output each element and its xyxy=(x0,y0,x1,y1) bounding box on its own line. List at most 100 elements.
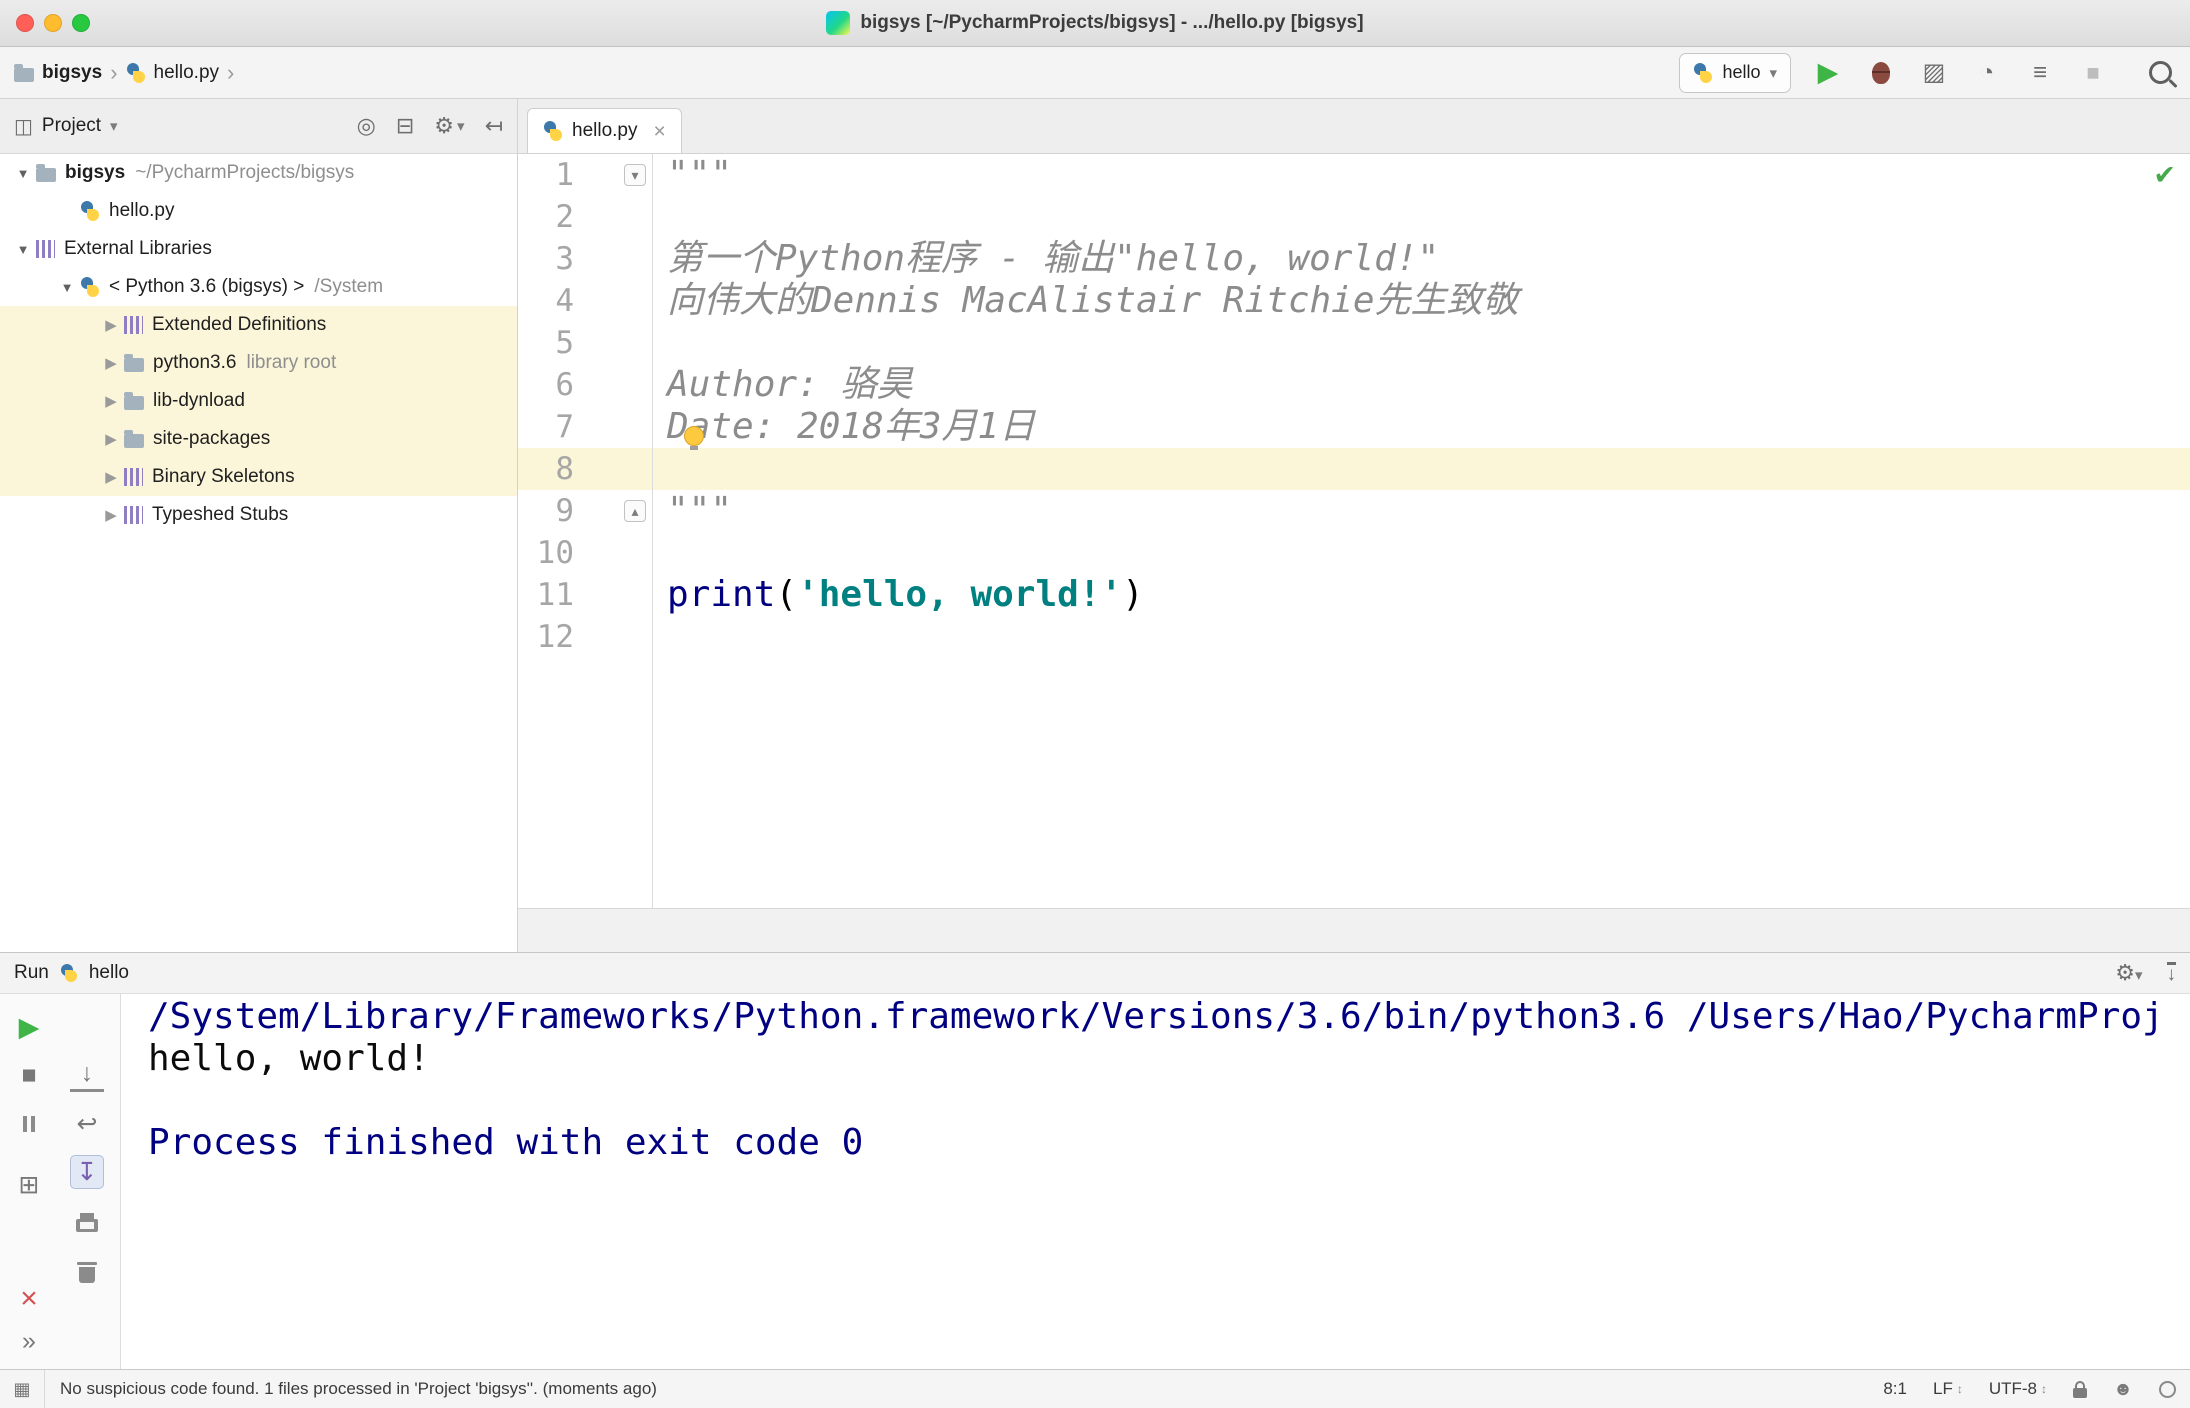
intention-bulb-icon[interactable] xyxy=(684,426,704,450)
tree-item-lib-dynload[interactable]: ▶ lib-dynload xyxy=(0,382,517,420)
breadcrumb-item-hello-py[interactable]: hello.py xyxy=(126,62,219,84)
code-token: 向伟大的Dennis MacAlistair Ritchie先生致敬 xyxy=(667,280,1519,321)
code-line[interactable]: 向伟大的Dennis MacAlistair Ritchie先生致敬 xyxy=(653,280,2190,322)
line-separator-value: LF xyxy=(1932,1379,1953,1398)
notifications-button[interactable] xyxy=(2159,1380,2176,1398)
fold-marker-icon[interactable]: ▴ xyxy=(624,500,646,522)
tree-item-bigsys[interactable]: ▼ bigsys ~/PycharmProjects/bigsys xyxy=(0,154,517,192)
tree-item-suffix: library root xyxy=(246,352,337,373)
stop-process-button[interactable]: ■ xyxy=(12,1058,46,1092)
stop-button[interactable]: ■ xyxy=(2077,57,2109,89)
clear-console-button[interactable] xyxy=(70,1255,104,1289)
inspections-profile-button[interactable]: ☻ xyxy=(2113,1380,2133,1399)
gear-icon: ⚙ xyxy=(434,113,455,138)
rerun-button[interactable]: ▶ xyxy=(12,1010,46,1044)
scroll-to-end-button[interactable]: ↧ xyxy=(70,1155,104,1189)
tab-close-icon[interactable]: × xyxy=(654,121,666,142)
tree-item-binary-skeletons[interactable]: ▶ Binary Skeletons xyxy=(0,458,517,496)
run-button[interactable]: ▶ xyxy=(1812,57,1844,89)
pycharm-logo-icon xyxy=(826,11,851,35)
pause-output-button[interactable] xyxy=(12,1107,46,1141)
code-line[interactable] xyxy=(653,322,2190,364)
tree-item-python3-6[interactable]: ▶ python3.6 library root xyxy=(0,344,517,382)
tree-collapsed-arrow-icon[interactable]: ▶ xyxy=(98,316,124,334)
status-bar-right: 8:1 LF ↕ UTF-8 ↕ ☻ xyxy=(1883,1379,2176,1399)
code-line[interactable]: 第一个Python程序 - 输出"hello, world!" xyxy=(653,238,2190,280)
coverage-button[interactable]: ▨ xyxy=(1918,57,1950,89)
code-line[interactable] xyxy=(653,448,2190,490)
readonly-toggle[interactable] xyxy=(2073,1380,2087,1398)
locate-file-button[interactable]: ◎ xyxy=(357,113,376,139)
tree-item-external-libraries[interactable]: ▼ External Libraries xyxy=(0,230,517,268)
run-settings-button[interactable]: ⚙▾ xyxy=(2115,960,2142,986)
tree-collapsed-arrow-icon[interactable]: ▶ xyxy=(98,392,124,410)
tree-expanded-arrow-icon[interactable]: ▼ xyxy=(10,242,36,257)
code-line[interactable] xyxy=(653,196,2190,238)
tree-expanded-arrow-icon[interactable]: ▼ xyxy=(54,280,80,295)
code-line[interactable]: print('hello, world!') xyxy=(653,574,2190,616)
tree-item-hello-py[interactable]: hello.py xyxy=(0,192,517,230)
print-console-button[interactable] xyxy=(70,1205,104,1239)
tree-collapsed-arrow-icon[interactable]: ▶ xyxy=(98,430,124,448)
scroll-down-button[interactable]: ↓ xyxy=(70,1058,104,1092)
hide-run-panel-button[interactable]: ↓ xyxy=(2166,961,2176,985)
breadcrumb-item-bigsys[interactable]: bigsys xyxy=(14,62,102,84)
code-token: """ xyxy=(667,154,733,195)
tree-collapsed-arrow-icon[interactable]: ▶ xyxy=(98,468,124,486)
code-line[interactable] xyxy=(653,532,2190,574)
tree-item-label: Extended Definitions xyxy=(152,314,327,335)
close-run-tab-button[interactable]: × xyxy=(12,1282,46,1316)
close-window-button[interactable] xyxy=(16,14,34,32)
hide-panel-button[interactable]: ↤ xyxy=(485,113,503,139)
run-configuration-selector[interactable]: hello ▾ xyxy=(1679,52,1791,93)
minimize-window-button[interactable] xyxy=(44,14,62,32)
console-line: /System/Library/Frameworks/Python.framew… xyxy=(148,996,2164,1037)
run-console-output[interactable]: /System/Library/Frameworks/Python.framew… xyxy=(121,994,2190,1369)
tree-item-python-3-6-bigsys[interactable]: ▼ < Python 3.6 (bigsys) > /System xyxy=(0,268,517,306)
tree-collapsed-arrow-icon[interactable]: ▶ xyxy=(98,506,124,524)
trash-icon xyxy=(77,1262,97,1283)
tree-item-extended-definitions[interactable]: ▶ Extended Definitions xyxy=(0,306,517,344)
tree-item-label: < Python 3.6 (bigsys) > xyxy=(109,276,305,297)
project-panel-title[interactable]: ◫ Project ▾ xyxy=(14,114,118,139)
debug-button[interactable] xyxy=(1865,57,1897,89)
fold-marker-icon[interactable]: ▾ xyxy=(624,164,646,186)
code-line[interactable] xyxy=(653,616,2190,658)
editor-bottom-strip xyxy=(518,908,2190,953)
code-line[interactable]: """ xyxy=(653,490,2190,532)
navigation-breadcrumb: bigsys › hello.py › xyxy=(14,61,234,84)
python-file-icon xyxy=(543,121,563,141)
code-line[interactable]: Author: 骆昊 xyxy=(653,364,2190,406)
chevron-down-icon: ▾ xyxy=(110,118,118,135)
tree-collapsed-arrow-icon[interactable]: ▶ xyxy=(98,354,124,372)
zoom-window-button[interactable] xyxy=(72,14,90,32)
tree-expanded-arrow-icon[interactable]: ▼ xyxy=(10,166,36,181)
line-separator-widget[interactable]: LF ↕ xyxy=(1933,1379,1963,1399)
caret-position-widget[interactable]: 8:1 xyxy=(1883,1379,1907,1399)
editor-code[interactable]: """ 第一个Python程序 - 输出"hello, world!" 向伟大的De… xyxy=(653,154,2190,908)
encoding-widget[interactable]: UTF-8 ↕ xyxy=(1989,1379,2047,1399)
more-actions-button[interactable]: » xyxy=(12,1324,46,1358)
tree-item-suffix: ~/PycharmProjects/bigsys xyxy=(135,162,355,183)
panel-settings-button[interactable]: ⚙ ▾ xyxy=(434,113,464,139)
search-everywhere-button[interactable] xyxy=(2144,57,2176,89)
soft-wrap-button[interactable]: ↩ xyxy=(70,1107,104,1141)
tool-window-icon: ◫ xyxy=(14,115,33,138)
tab-hello-py[interactable]: hello.py × xyxy=(527,108,682,153)
profiler-button[interactable]: ◔ xyxy=(1971,57,2003,89)
pause-icon xyxy=(23,1116,35,1132)
code-token: Date: 2018年3月1日 xyxy=(667,406,1036,447)
tree-item-site-packages[interactable]: ▶ site-packages xyxy=(0,420,517,458)
collapse-all-button[interactable]: ⊟ xyxy=(396,113,414,139)
editor-gutter[interactable]: 1 ▾ 2 3 4 5 6 7 8 9 ▴ 10 11 12 xyxy=(518,154,653,908)
code-line[interactable]: Date: 2018年3月1日 xyxy=(653,406,2190,448)
concurrency-button[interactable]: ≡ xyxy=(2024,57,2056,89)
tool-window-switcher-icon[interactable]: ▦ xyxy=(0,1370,45,1408)
tree-item-label: Binary Skeletons xyxy=(152,466,295,487)
code-editor[interactable]: 1 ▾ 2 3 4 5 6 7 8 9 ▴ 10 11 12 """ 第一个Python程序 - 输出"he… xyxy=(518,154,2190,908)
tree-item-typeshed-stubs[interactable]: ▶ Typeshed Stubs xyxy=(0,496,517,534)
code-line[interactable]: """ xyxy=(653,154,2190,196)
restore-layout-button[interactable]: ⊞ xyxy=(12,1168,46,1202)
line-number: 6 xyxy=(555,367,574,403)
